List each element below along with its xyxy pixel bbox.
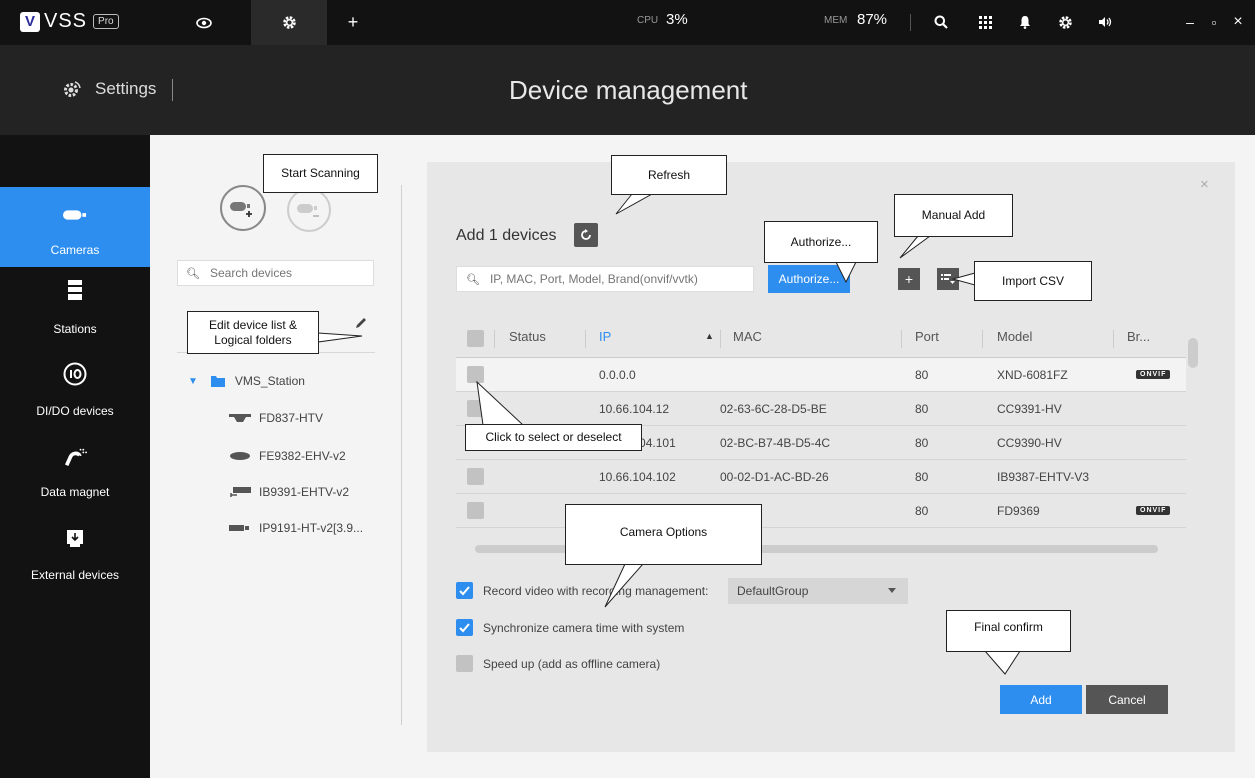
- callout-import-csv: Import CSV: [974, 261, 1092, 301]
- callout-manual-add: Manual Add: [894, 194, 1013, 237]
- callout-camera-options: Camera Options: [565, 504, 762, 565]
- callout-click-select: Click to select or deselect: [465, 424, 642, 451]
- callout-authorize: Authorize...: [764, 221, 878, 263]
- app-window: V VSS Pro + CPU 3% MEM 87% – ▫ × Setting…: [0, 0, 1255, 778]
- callout-start-scanning: Start Scanning: [263, 154, 378, 193]
- callout-edit-device-list: Edit device list & Logical folders: [187, 311, 319, 354]
- callout-refresh: Refresh: [611, 155, 727, 195]
- callout-pointers: [317, 193, 1021, 675]
- callout-final-confirm: Final confirm: [946, 610, 1071, 652]
